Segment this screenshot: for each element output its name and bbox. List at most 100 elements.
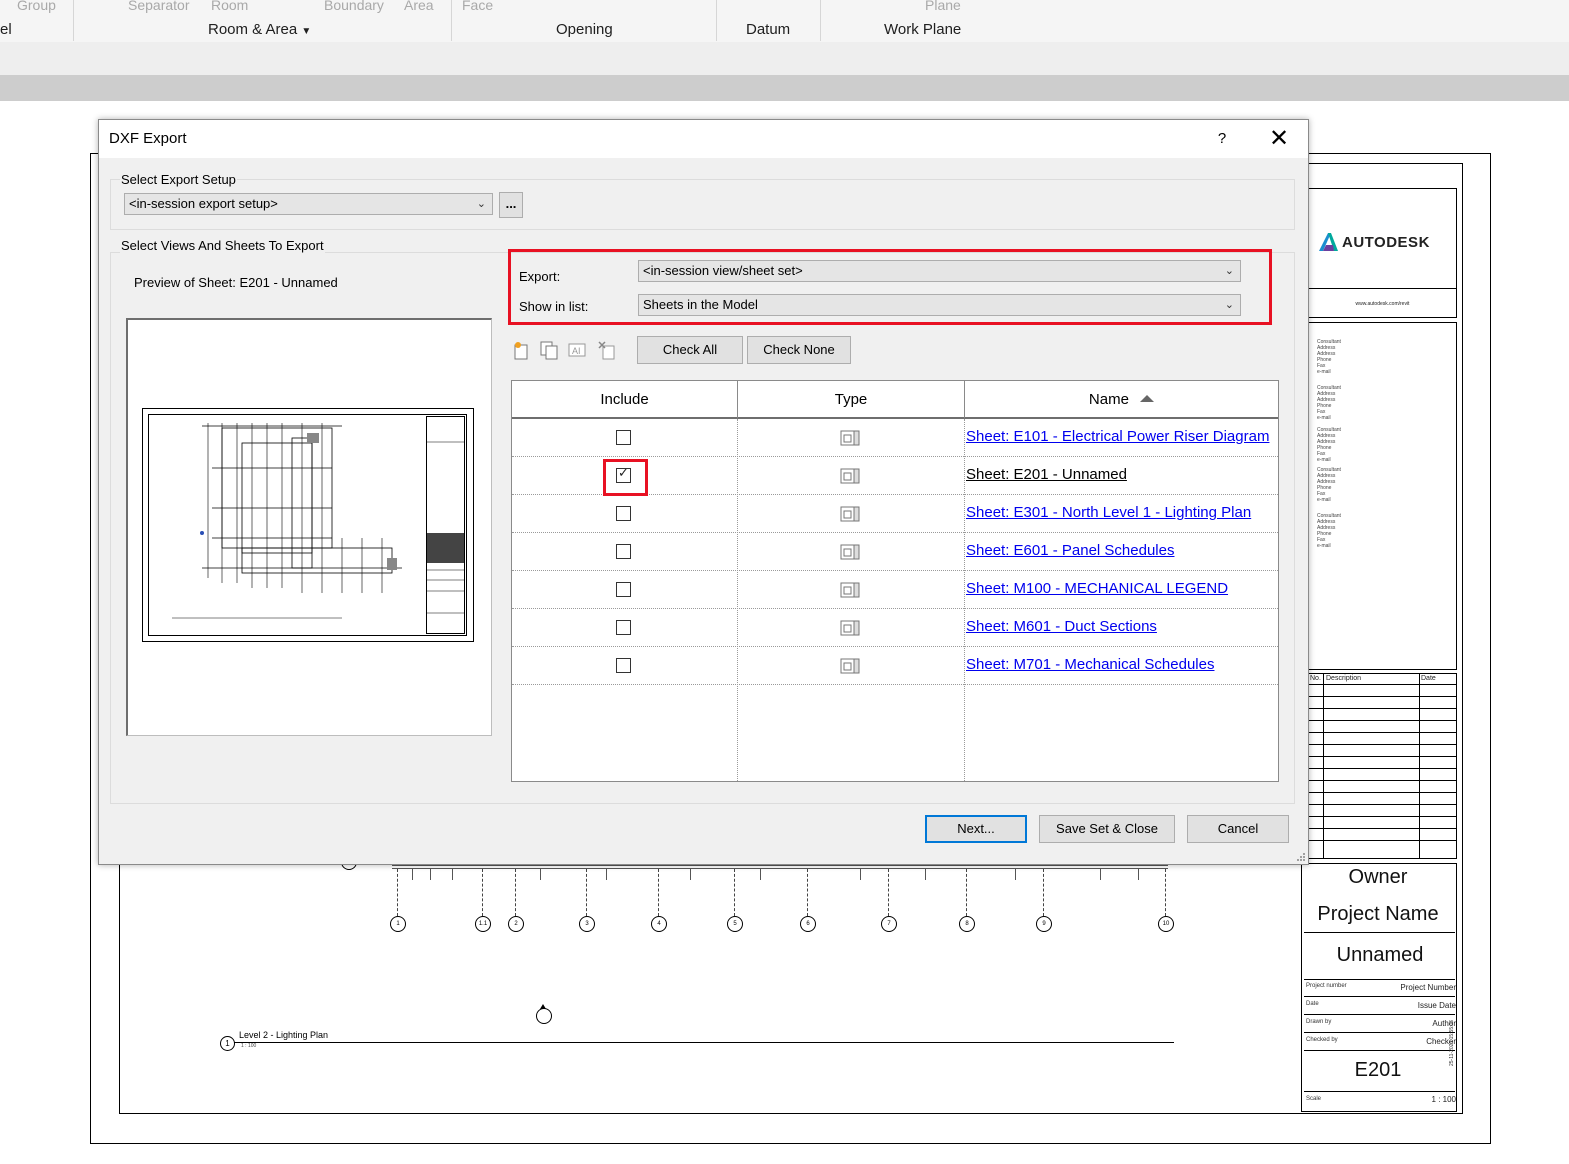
- table-row[interactable]: Sheet: M601 - Duct Sections: [512, 609, 1278, 647]
- preview-label: Preview of Sheet: E201 - Unnamed: [134, 275, 338, 290]
- divider: [1309, 804, 1456, 805]
- sheet-name-link[interactable]: Sheet: M601 - Duct Sections: [966, 618, 1157, 635]
- column-header-type[interactable]: Type: [738, 381, 965, 419]
- grid-bubble[interactable]: 8: [959, 916, 975, 932]
- close-button[interactable]: ✕: [1266, 126, 1292, 152]
- sheet-number-text: E201: [1354, 1059, 1402, 1081]
- sheet-type-icon: [840, 582, 860, 598]
- titleblock-consultants: Consultant Address Address Phone Fax e-m…: [1308, 322, 1457, 670]
- tb-row-label: Checked by: [1306, 1037, 1338, 1043]
- ribbon-panel-room-area[interactable]: Room & Area ▼: [208, 21, 311, 38]
- divider: [1309, 696, 1456, 697]
- select-export-setup-label: Select Export Setup: [120, 172, 237, 187]
- tb-row-value: Project Number: [1400, 983, 1456, 992]
- ribbon-panel-label[interactable]: el: [0, 21, 12, 38]
- column-header-include[interactable]: Include: [512, 381, 738, 419]
- ribbon-label: Group: [17, 0, 56, 13]
- consultant-line: e-mail: [1317, 457, 1331, 463]
- dimension-tick: [860, 868, 861, 880]
- grid-line: [482, 869, 483, 916]
- divider: [1309, 708, 1456, 709]
- export-set-dropdown[interactable]: <in-session view/sheet set> ⌄: [638, 260, 1241, 282]
- column-header-name[interactable]: Name: [965, 381, 1278, 419]
- consultant-line: e-mail: [1317, 543, 1331, 549]
- grid-line: [807, 869, 808, 916]
- grid-bubble[interactable]: 5: [727, 916, 743, 932]
- table-row[interactable]: Sheet: E201 - Unnamed: [512, 457, 1278, 496]
- duplicate-set-icon[interactable]: [539, 340, 559, 360]
- export-setup-dropdown[interactable]: <in-session export setup> ⌄: [124, 193, 493, 215]
- grid-line: [966, 869, 967, 916]
- delete-set-icon[interactable]: [597, 340, 617, 360]
- view-title[interactable]: Level 2 - Lighting Plan: [239, 1030, 328, 1040]
- new-set-icon[interactable]: [512, 340, 532, 360]
- grid-bubble[interactable]: 2: [508, 916, 524, 932]
- sheet-type-icon: [840, 620, 860, 636]
- cancel-button[interactable]: Cancel: [1187, 815, 1289, 843]
- check-all-button[interactable]: Check All: [637, 336, 743, 364]
- grid-line: [734, 869, 735, 916]
- save-set-close-button[interactable]: Save Set & Close: [1039, 815, 1175, 843]
- include-checkbox[interactable]: [616, 430, 631, 445]
- dimension-tick: [760, 868, 761, 880]
- help-button[interactable]: ?: [1211, 128, 1233, 150]
- include-checkbox[interactable]: [616, 506, 631, 521]
- table-row[interactable]: Sheet: E301 - North Level 1 - Lighting P…: [512, 495, 1278, 533]
- ribbon-panel-work-plane[interactable]: Work Plane: [884, 21, 961, 38]
- grid-bubble[interactable]: 3: [579, 916, 595, 932]
- include-checkbox[interactable]: [616, 658, 631, 673]
- grid-bubble[interactable]: 9: [1036, 916, 1052, 932]
- ribbon-separator: [820, 0, 821, 41]
- include-checkbox[interactable]: [616, 544, 631, 559]
- export-set-value: <in-session view/sheet set>: [643, 263, 803, 278]
- include-checkbox[interactable]: [616, 620, 631, 635]
- show-in-list-dropdown[interactable]: Sheets in the Model ⌄: [638, 294, 1241, 316]
- sheet-name-link[interactable]: Sheet: E301 - North Level 1 - Lighting P…: [966, 504, 1251, 521]
- sheet-type-icon: [840, 658, 860, 674]
- titleblock-logo-box: AUTODESK www.autodesk.com/revit: [1308, 188, 1457, 318]
- dimension-tick: [690, 868, 691, 880]
- table-row[interactable]: Sheet: M100 - MECHANICAL LEGEND: [512, 571, 1278, 609]
- grid-bubble[interactable]: 1.1: [475, 916, 491, 932]
- divider: [1304, 1050, 1455, 1051]
- modify-setup-button[interactable]: ...: [499, 192, 523, 218]
- table-row[interactable]: Sheet: E601 - Panel Schedules: [512, 533, 1278, 571]
- include-checkbox[interactable]: [616, 582, 631, 597]
- consultant-line: e-mail: [1317, 369, 1331, 375]
- elevation-marker-icon[interactable]: [536, 1008, 552, 1024]
- sheet-name-link[interactable]: Sheet: M100 - MECHANICAL LEGEND: [966, 580, 1228, 597]
- view-number-bubble[interactable]: 1: [220, 1036, 235, 1051]
- grid-bubble[interactable]: 4: [651, 916, 667, 932]
- table-row[interactable]: Sheet: M701 - Mechanical Schedules: [512, 647, 1278, 685]
- dimension-tick: [430, 868, 431, 880]
- dialog-titlebar[interactable]: DXF Export ? ✕: [99, 120, 1308, 158]
- ribbon-panel-opening[interactable]: Opening: [556, 21, 613, 38]
- consultant-block: Consultant Address Address Phone Fax e-m…: [1317, 385, 1341, 421]
- rename-set-icon[interactable]: AI: [567, 340, 587, 360]
- divider: [1309, 780, 1456, 781]
- resize-grip-icon[interactable]: [1295, 851, 1306, 862]
- sheet-name-link[interactable]: Sheet: M701 - Mechanical Schedules: [966, 656, 1214, 673]
- table-row[interactable]: Sheet: E101 - Electrical Power Riser Dia…: [512, 419, 1278, 457]
- ribbon-label: Plane: [925, 0, 961, 13]
- grid-bubble[interactable]: 10: [1158, 916, 1174, 932]
- dxf-export-dialog: DXF Export ? ✕ Select Export Setup <in-s…: [98, 119, 1309, 865]
- sheet-name-link[interactable]: Sheet: E601 - Panel Schedules: [966, 542, 1174, 559]
- autodesk-logo: AUTODESK: [1317, 231, 1430, 253]
- grid-bubble[interactable]: 6: [800, 916, 816, 932]
- view-title-line: [234, 1042, 1174, 1043]
- divider: [1309, 768, 1456, 769]
- check-none-button[interactable]: Check None: [747, 336, 851, 364]
- sheet-name-link[interactable]: Sheet: E101 - Electrical Power Riser Dia…: [966, 428, 1269, 445]
- next-button[interactable]: Next...: [925, 815, 1027, 843]
- sheet-name-link[interactable]: Sheet: E201 - Unnamed: [966, 466, 1127, 483]
- sheet-preview: [126, 318, 492, 736]
- sheet-type-icon: [840, 506, 860, 522]
- dimension-tick: [1138, 868, 1139, 880]
- autodesk-brand: AUTODESK: [1342, 233, 1430, 251]
- ribbon-panel-datum[interactable]: Datum: [746, 21, 790, 38]
- divider: [1309, 684, 1456, 685]
- grid-bubble[interactable]: 7: [881, 916, 897, 932]
- views-sheets-table: Include Type Name Sheet: E101 - Electric…: [511, 380, 1279, 782]
- grid-bubble[interactable]: 1: [390, 916, 406, 932]
